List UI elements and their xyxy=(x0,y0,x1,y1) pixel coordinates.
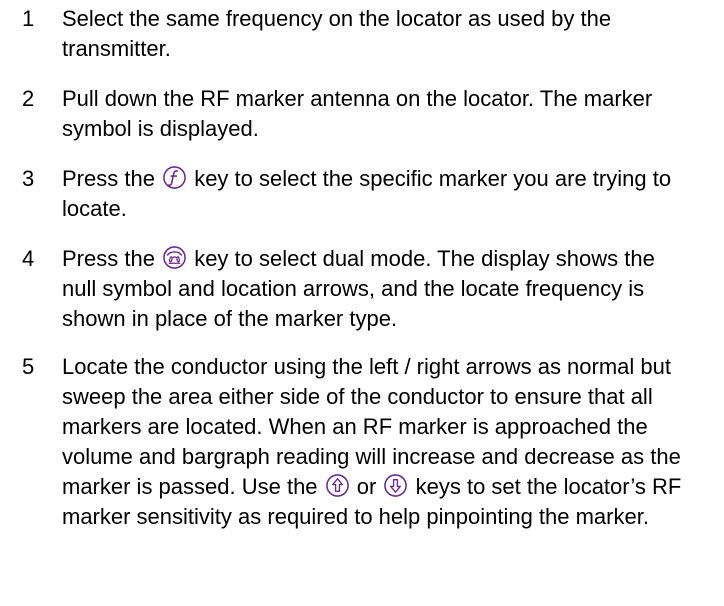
step-number: 4 xyxy=(22,246,35,271)
step-number: 1 xyxy=(22,6,35,31)
step-text: Pull down the RF marker antenna on the l… xyxy=(62,86,653,141)
step-text: Press the key to select dual mode. The d… xyxy=(62,244,694,334)
step-text: Press the key to select the specific mar… xyxy=(62,164,714,224)
step-text-before: Press the xyxy=(62,166,155,191)
step-number: 5 xyxy=(22,354,35,379)
f-key-icon xyxy=(162,165,187,190)
down-arrow-key-icon xyxy=(383,473,408,498)
step-number: 3 xyxy=(22,166,35,191)
step-text: Select the same frequency on the locator… xyxy=(62,6,612,61)
step-text: Locate the conductor using the left / ri… xyxy=(62,352,714,532)
instruction-page: 1 Select the same frequency on the locat… xyxy=(0,0,724,606)
up-arrow-key-icon xyxy=(325,473,350,498)
dual-mode-key-icon xyxy=(162,245,187,270)
step-text-part-2: or xyxy=(356,474,377,499)
step-text-before: Press the xyxy=(62,246,155,271)
step-number: 2 xyxy=(22,86,35,111)
